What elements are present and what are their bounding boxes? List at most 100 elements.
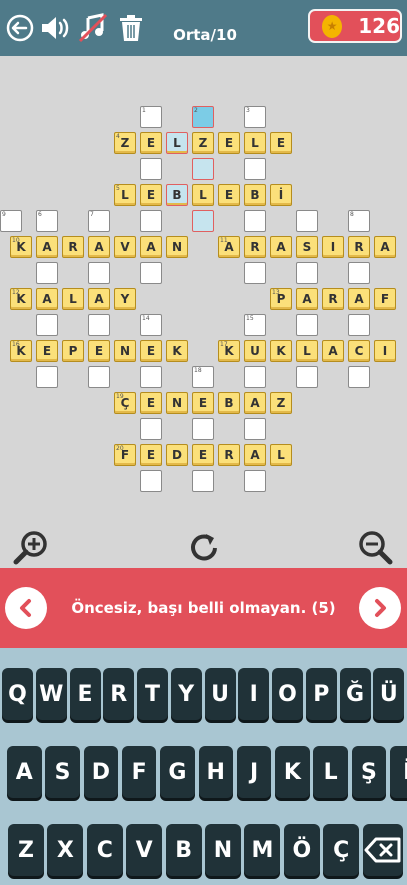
empty-cell[interactable]: 8 — [348, 210, 370, 232]
zoom-in-icon[interactable] — [11, 528, 51, 568]
key-w[interactable]: W — [35, 668, 67, 720]
empty-cell[interactable] — [296, 366, 318, 388]
letter-cell[interactable]: 4Z — [114, 132, 136, 154]
key-k[interactable]: K — [275, 746, 310, 798]
letter-cell[interactable]: R — [218, 444, 240, 466]
empty-cell[interactable] — [192, 470, 214, 492]
letter-cell[interactable]: A — [244, 444, 266, 466]
letter-cell[interactable]: L — [62, 288, 84, 310]
back-icon[interactable] — [3, 11, 37, 45]
zoom-out-icon[interactable] — [356, 528, 396, 568]
key-h[interactable]: H — [198, 746, 233, 798]
letter-cell[interactable]: N — [166, 236, 188, 258]
letter-cell[interactable]: 17 K — [218, 340, 240, 362]
letter-cell[interactable]: Z — [192, 132, 214, 154]
letter-cell[interactable]: L — [192, 184, 214, 206]
empty-cell[interactable] — [192, 158, 214, 180]
empty-cell[interactable] — [244, 470, 266, 492]
key-ö[interactable]: Ö — [283, 824, 320, 876]
key-ü[interactable]: Ü — [373, 668, 405, 720]
letter-cell[interactable]: N — [114, 340, 136, 362]
sound-icon[interactable] — [39, 11, 73, 45]
key-l[interactable]: L — [313, 746, 348, 798]
letter-cell[interactable]: A — [140, 236, 162, 258]
key-f[interactable]: F — [121, 746, 157, 798]
empty-cell[interactable]: 6 — [36, 210, 58, 232]
empty-cell[interactable] — [244, 418, 266, 440]
letter-cell[interactable]: R — [322, 288, 344, 310]
letter-cell[interactable]: A — [322, 340, 344, 362]
key-q[interactable]: Q — [2, 668, 33, 720]
letter-cell[interactable]: N — [166, 392, 188, 414]
letter-cell[interactable]: K — [270, 340, 292, 362]
key-ğ[interactable]: Ğ — [339, 668, 371, 720]
letter-cell[interactable]: I — [322, 236, 344, 258]
empty-cell[interactable]: 1 — [140, 106, 162, 128]
letter-cell[interactable]: E — [218, 132, 240, 154]
empty-cell[interactable]: 7 — [88, 210, 110, 232]
empty-cell[interactable]: 9 — [0, 210, 22, 232]
key-c[interactable]: C — [86, 824, 123, 876]
letter-cell[interactable]: E — [140, 340, 162, 362]
empty-cell[interactable] — [36, 366, 58, 388]
key-u[interactable]: U — [204, 668, 236, 720]
letter-cell[interactable]: 11 A — [218, 236, 240, 258]
letter-cell[interactable]: L — [244, 132, 266, 154]
empty-cell[interactable] — [296, 262, 318, 284]
letter-cell[interactable]: 19 Ç — [114, 392, 136, 414]
key-ş[interactable]: Ş — [351, 746, 387, 798]
key-t[interactable]: T — [137, 668, 168, 720]
coin-badge[interactable]: ★ 126 — [308, 9, 402, 43]
empty-cell[interactable]: 18 — [192, 366, 214, 388]
letter-cell[interactable]: P — [62, 340, 84, 362]
key-a[interactable]: A — [7, 746, 42, 798]
empty-cell[interactable]: 15 — [244, 314, 266, 336]
empty-cell[interactable] — [192, 418, 214, 440]
key-o[interactable]: O — [272, 668, 303, 720]
empty-cell[interactable] — [140, 418, 162, 440]
refresh-icon[interactable] — [184, 528, 224, 568]
key-e[interactable]: E — [69, 668, 101, 720]
letter-cell[interactable]: R — [62, 236, 84, 258]
empty-cell[interactable] — [244, 158, 266, 180]
empty-cell[interactable] — [348, 314, 370, 336]
prev-clue-button[interactable] — [5, 587, 47, 629]
letter-cell[interactable]: A — [36, 236, 58, 258]
letter-cell[interactable]: B — [244, 184, 266, 206]
letter-cell[interactable]: Y — [114, 288, 136, 310]
letter-cell[interactable]: E — [270, 132, 292, 154]
key-b[interactable]: B — [165, 824, 202, 876]
letter-cell[interactable]: F — [374, 288, 396, 310]
empty-cell[interactable] — [140, 470, 162, 492]
letter-cell[interactable]: K — [166, 340, 188, 362]
key-j[interactable]: J — [236, 746, 272, 798]
trash-icon[interactable] — [114, 11, 148, 45]
key-m[interactable]: M — [244, 824, 281, 876]
key-i[interactable]: I — [238, 668, 270, 720]
letter-cell[interactable]: E — [140, 132, 162, 154]
key-p[interactable]: P — [305, 668, 337, 720]
letter-cell[interactable]: A — [88, 236, 110, 258]
letter-cell[interactable]: 16 K — [10, 340, 32, 362]
empty-cell[interactable]: 14 — [140, 314, 162, 336]
letter-cell[interactable]: E — [140, 184, 162, 206]
empty-cell[interactable] — [348, 262, 370, 284]
letter-cell[interactable]: Z — [270, 392, 292, 414]
letter-cell[interactable]: E — [140, 392, 162, 414]
letter-cell[interactable]: R — [348, 236, 370, 258]
backspace-key[interactable] — [362, 824, 403, 876]
empty-cell[interactable] — [36, 314, 58, 336]
key-s[interactable]: S — [45, 746, 80, 798]
letter-cell[interactable]: L — [166, 132, 188, 154]
letter-cell[interactable]: E — [192, 392, 214, 414]
letter-cell[interactable]: A — [374, 236, 396, 258]
empty-cell[interactable] — [88, 366, 110, 388]
empty-cell[interactable] — [244, 210, 266, 232]
empty-cell[interactable] — [244, 262, 266, 284]
key-v[interactable]: V — [126, 824, 163, 876]
key-r[interactable]: R — [103, 668, 135, 720]
music-off-icon[interactable] — [76, 11, 110, 45]
empty-cell[interactable]: 3 — [244, 106, 266, 128]
letter-cell[interactable]: D — [166, 444, 188, 466]
letter-cell[interactable]: S — [296, 236, 318, 258]
